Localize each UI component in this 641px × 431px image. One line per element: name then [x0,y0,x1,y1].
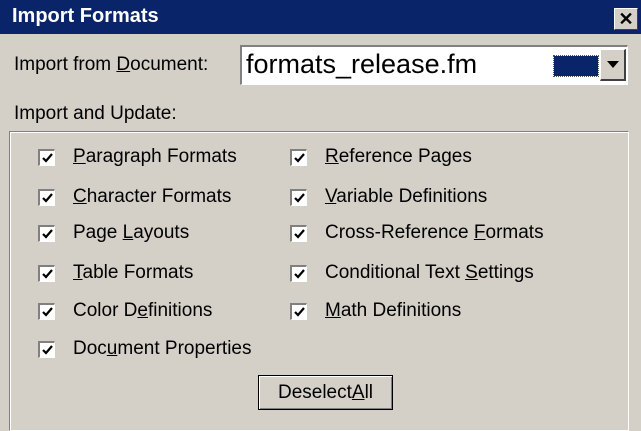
option-checkbox[interactable]: Conditional Text Settings [290,262,534,284]
option-checkbox[interactable]: Table Formats [38,262,193,284]
option-label: Color Definitions [73,300,213,321]
checkmark-icon [41,306,53,317]
option-checkbox[interactable]: Color Definitions [38,300,212,322]
option-label: Reference Pages [325,146,472,167]
checkbox-box[interactable] [38,264,55,282]
option-checkbox[interactable]: Paragraph Formats [38,146,237,168]
option-checkbox[interactable]: Math Definitions [290,300,461,322]
checkbox-box[interactable] [38,188,55,206]
combobox-dropdown-button[interactable] [600,49,626,81]
chevron-down-icon [606,60,619,68]
checkbox-box[interactable] [290,188,307,206]
checkbox-box[interactable] [38,340,55,358]
checkbox-box[interactable] [290,264,307,282]
option-label: Document Properties [73,338,252,359]
option-checkbox[interactable]: Reference Pages [290,146,472,168]
checkmark-icon [293,306,305,317]
combobox-selection-highlight [553,55,599,77]
checkmark-icon [41,152,53,163]
checkmark-icon [293,268,305,279]
document-combobox-value: formats_release.fm [246,49,478,79]
checkmark-icon [41,228,53,239]
option-label: Paragraph Formats [73,146,237,167]
option-label: Character Formats [73,186,232,207]
checkbox-box[interactable] [290,148,307,166]
option-label: Table Formats [73,262,194,283]
option-checkbox[interactable]: Document Properties [38,338,252,360]
checkbox-box[interactable] [38,148,55,166]
checkbox-box[interactable] [290,302,307,320]
checkbox-box[interactable] [290,224,307,242]
option-checkbox[interactable]: Page Layouts [38,222,189,244]
option-label: Cross-Reference Formats [325,222,544,243]
option-label: Math Definitions [325,300,462,321]
dialog-title: Import Formats [12,5,159,27]
deselect-all-button[interactable]: Deselect All [258,375,393,410]
option-label: Variable Definitions [325,186,488,207]
checkmark-icon [41,344,53,355]
option-checkbox[interactable]: Cross-Reference Formats [290,222,544,244]
title-bar: Import Formats ✕ [0,0,641,34]
document-combobox[interactable]: formats_release.fm [240,45,628,85]
checkbox-box[interactable] [38,302,55,320]
option-checkbox[interactable]: Character Formats [38,186,231,208]
checkmark-icon [293,152,305,163]
close-icon: ✕ [618,9,634,29]
checkmark-icon [41,268,53,279]
checkmark-icon [41,192,53,203]
import-update-label: Import and Update: [14,103,177,124]
checkmark-icon [293,228,305,239]
option-label: Page Layouts [73,222,190,243]
import-from-label: Import from Document: [14,54,209,75]
checkbox-box[interactable] [38,224,55,242]
checkmark-icon [293,192,305,203]
option-checkbox[interactable]: Variable Definitions [290,186,487,208]
close-button[interactable]: ✕ [614,8,638,30]
option-label: Conditional Text Settings [325,262,534,283]
